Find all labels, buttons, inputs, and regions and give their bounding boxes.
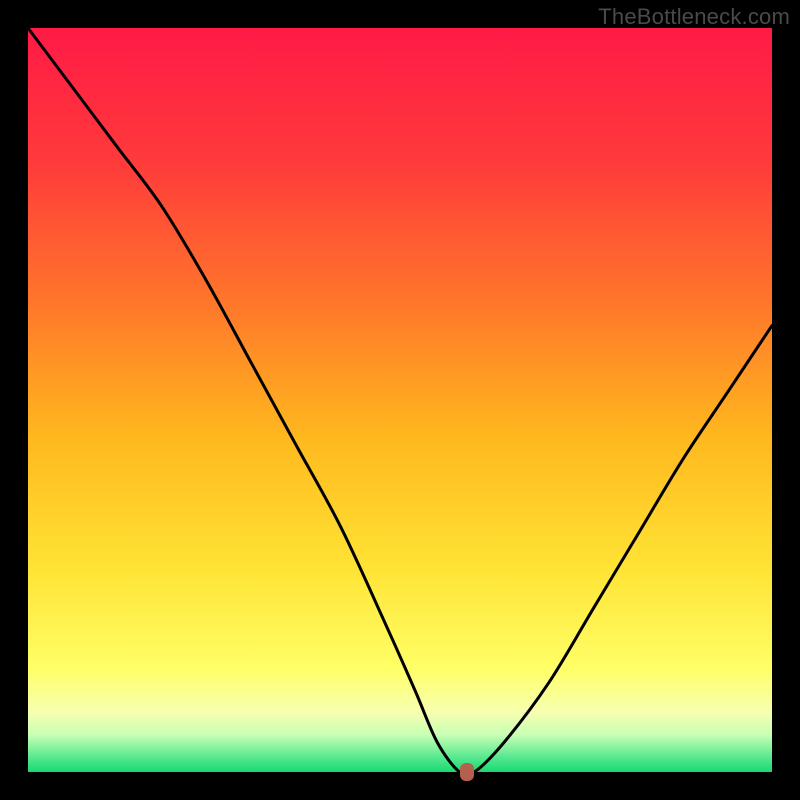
plot-area bbox=[28, 28, 772, 772]
bottleneck-curve bbox=[28, 28, 772, 772]
optimum-marker bbox=[460, 763, 474, 781]
watermark-text: TheBottleneck.com bbox=[598, 4, 790, 30]
chart-frame: TheBottleneck.com bbox=[0, 0, 800, 800]
